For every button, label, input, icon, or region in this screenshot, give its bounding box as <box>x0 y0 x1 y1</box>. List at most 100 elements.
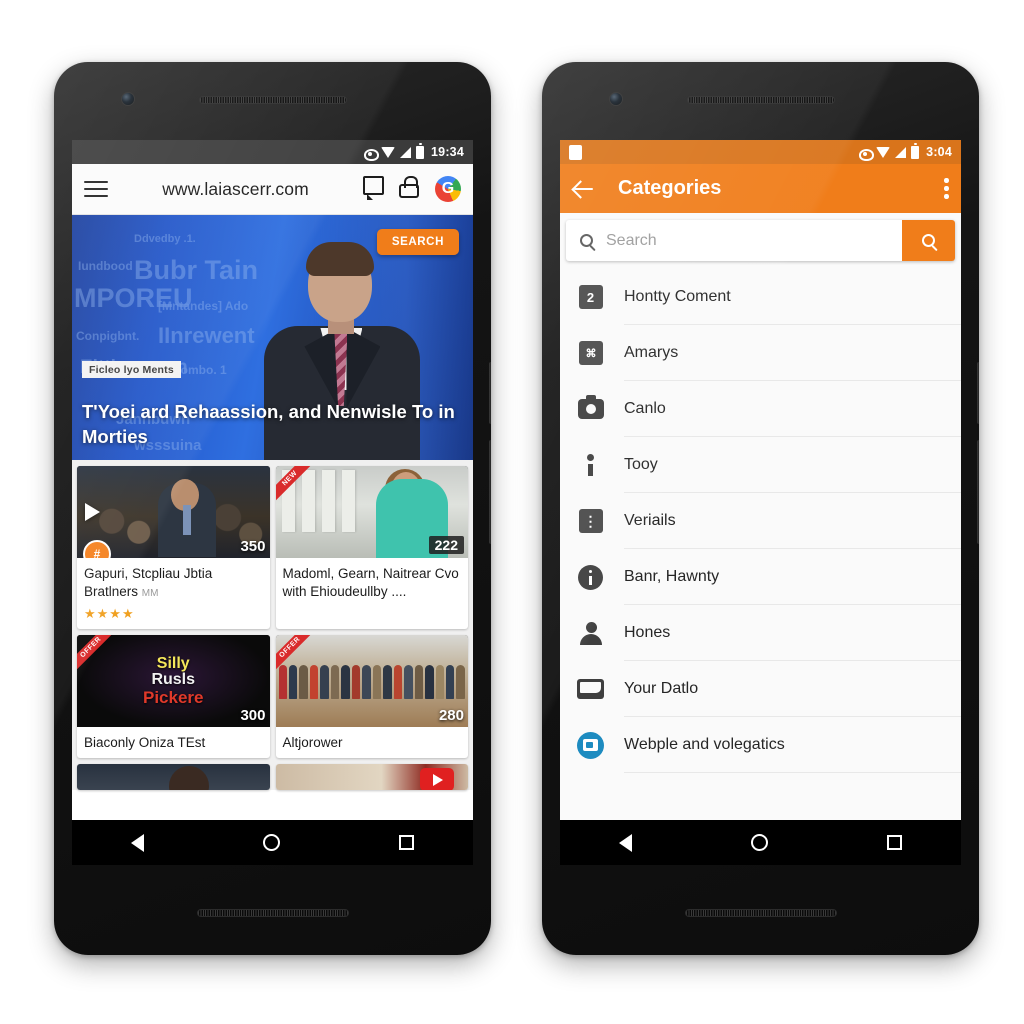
browser-toolbar: www.laiascerr.com <box>72 164 473 215</box>
home-icon[interactable] <box>262 834 280 851</box>
recents-icon[interactable] <box>398 835 414 850</box>
wifi-alt-icon <box>363 146 380 161</box>
hamburger-icon[interactable] <box>84 180 108 198</box>
address-bar[interactable]: www.laiascerr.com <box>118 179 353 200</box>
home-icon[interactable] <box>750 834 768 851</box>
signal-icon <box>895 146 907 158</box>
list-item[interactable]: Your Datlo <box>560 661 961 717</box>
phone-device-left: 19:34 www.laiascerr.com Iundbood Ddvedby… <box>54 62 491 955</box>
card-item[interactable]: 350 # Gapuri, Stcpliau Jbtia Bratlners M… <box>77 466 270 630</box>
device-circle-icon <box>574 731 607 759</box>
content-feed: 350 # Gapuri, Stcpliau Jbtia Bratlners M… <box>72 460 473 790</box>
backdrop-word: [Mntandes] Ado <box>158 299 249 313</box>
list-item-label: Hones <box>624 605 961 661</box>
screenshot-canvas: 19:34 www.laiascerr.com Iundbood Ddvedby… <box>0 0 1024 1024</box>
backdrop-word: IInrewent <box>158 323 255 348</box>
clock-right: 3:04 <box>926 145 952 159</box>
app-bar: Categories <box>560 164 961 213</box>
front-camera-icon <box>610 93 622 105</box>
back-arrow-icon[interactable] <box>572 177 596 201</box>
backdrop-word: Ddvedby .1. <box>134 233 196 245</box>
card-thumbnail[interactable] <box>77 763 270 790</box>
camera-icon <box>574 395 607 419</box>
list-item-label: Your Datlo <box>624 661 961 717</box>
status-bar-left-zone <box>569 144 858 160</box>
card-duration: 222 <box>428 536 464 554</box>
list-item-label: Hontty Coment <box>624 269 961 325</box>
list-item[interactable]: Hones <box>560 605 961 661</box>
hero-title: T'Yoei ard Rehaassion, and Nenwisle To i… <box>82 400 455 448</box>
backdrop-word: Conpigbnt. <box>76 329 140 343</box>
status-bar-icons: 3:04 <box>858 143 952 161</box>
card-title: Gapuri, Stcpliau Jbtia Bratlners MM <box>77 558 270 606</box>
card-item[interactable]: OFFER 280 Altjorower <box>275 635 469 758</box>
battery-icon <box>416 143 425 159</box>
search-input[interactable] <box>606 220 902 261</box>
volume-button[interactable] <box>977 362 979 424</box>
list-item-label: Webple and volegatics <box>624 717 961 773</box>
card-title: Biaconly Oniza TEst <box>77 727 270 758</box>
category-list: 2 Hontty Coment ⌘ Amarys Canlo Tooy ⋮ Ve… <box>560 269 961 860</box>
android-nav-bar-left <box>72 820 473 865</box>
list-item[interactable]: ⋮ Veriails <box>560 493 961 549</box>
card-title-text: Biaconly Oniza TEst <box>84 735 206 751</box>
tab-switcher-icon[interactable] <box>363 176 389 202</box>
lock-icon[interactable] <box>399 176 425 202</box>
battery-icon <box>911 143 920 159</box>
card-thumbnail[interactable]: NEW 222 <box>275 466 468 558</box>
back-icon[interactable] <box>619 833 633 852</box>
list-item-label: Veriails <box>624 493 961 549</box>
kebab-menu-icon[interactable] <box>944 178 949 199</box>
card-duration: 300 <box>240 707 266 725</box>
card-item-partial[interactable] <box>275 763 468 790</box>
backdrop-word: Iundbood <box>78 259 133 273</box>
search-bar[interactable] <box>566 220 955 261</box>
list-item[interactable]: Webple and volegatics <box>560 717 961 773</box>
recents-icon[interactable] <box>886 835 902 850</box>
phone-device-right: 3:04 Categories 2 <box>542 62 979 955</box>
front-camera-icon <box>122 93 134 105</box>
logo-line: Silly <box>156 655 190 673</box>
back-icon[interactable] <box>131 833 145 852</box>
status-bar-icons: 19:34 <box>363 143 464 161</box>
card-item-partial[interactable] <box>77 763 270 790</box>
volume-button[interactable] <box>489 362 491 424</box>
card-title: Altjorower <box>276 727 469 758</box>
power-button[interactable] <box>977 440 979 544</box>
list-item[interactable]: ⌘ Amarys <box>560 325 961 381</box>
play-icon[interactable] <box>85 503 100 521</box>
hero-kicker: Ficleo lyo Ments <box>82 361 181 378</box>
search-submit-button[interactable] <box>902 220 955 261</box>
person-icon <box>574 622 607 645</box>
rating-stars: ★★★★ <box>84 606 135 622</box>
list-item[interactable]: Canlo <box>560 381 961 437</box>
folder-icon <box>574 679 607 699</box>
list-item[interactable]: Tooy <box>560 437 961 493</box>
list-item-label: Banr, Hawnty <box>624 549 961 605</box>
card-thumbnail[interactable]: OFFER 280 <box>275 635 468 728</box>
card-thumbnail[interactable]: 350 # <box>77 466 270 558</box>
status-bar-right: 3:04 <box>560 140 961 164</box>
wifi-icon <box>876 146 891 158</box>
more-badge-icon: ⋮ <box>574 509 607 533</box>
video-play-icon[interactable] <box>420 767 454 790</box>
bottom-speaker <box>684 909 837 917</box>
power-button[interactable] <box>489 440 491 544</box>
card-item[interactable]: Silly Rusls Pickere OFFER 300 Biaconly O… <box>77 635 270 758</box>
card-item[interactable]: NEW 222 Madoml, Gearn, Naitrear Cvo with… <box>275 466 468 630</box>
list-item[interactable]: Banr, Hawnty <box>560 549 961 605</box>
badge-glyph: ⌘ <box>578 341 603 365</box>
google-icon[interactable] <box>435 176 461 202</box>
wifi-icon <box>381 146 396 158</box>
screen-right: 3:04 Categories 2 <box>560 140 961 860</box>
signal-icon <box>400 146 412 158</box>
search-section <box>560 213 961 269</box>
card-thumbnail[interactable] <box>275 763 468 790</box>
search-button[interactable]: SEARCH <box>376 229 459 255</box>
list-item[interactable]: 2 Hontty Coment <box>560 269 961 325</box>
status-bar-left: 19:34 <box>72 140 473 164</box>
card-thumbnail[interactable]: Silly Rusls Pickere OFFER 300 <box>77 635 270 728</box>
logo-line: Pickere <box>143 687 204 707</box>
earpiece-speaker <box>686 96 835 104</box>
hero-banner[interactable]: Iundbood Ddvedby .1. Bubr Tain MPOREU [M… <box>72 215 473 460</box>
